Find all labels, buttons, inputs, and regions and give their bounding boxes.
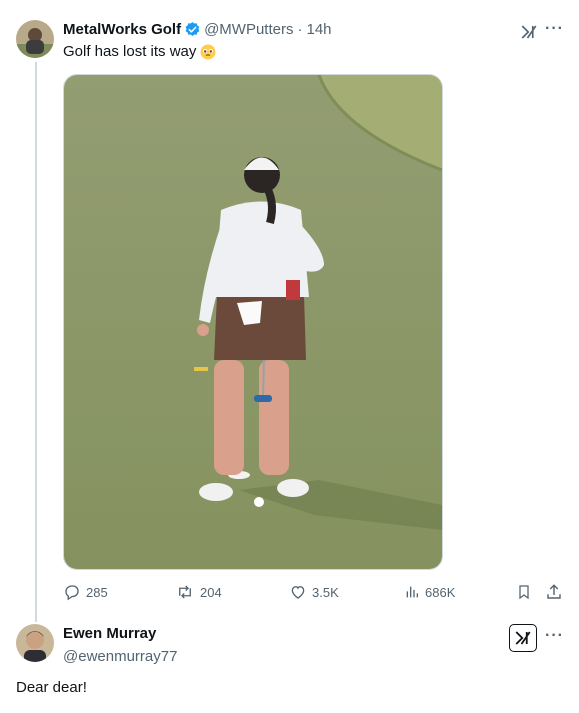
grok-icon[interactable] (518, 21, 540, 43)
heart-icon (291, 586, 305, 599)
reply-header: Ewen Murray @ewenmurray77 (63, 625, 177, 665)
tweet-timestamp[interactable]: 14h (306, 21, 331, 38)
separator-dot: · (297, 21, 303, 38)
like-button[interactable]: 3.5K (289, 583, 339, 601)
thread-connector-line (35, 62, 37, 622)
tweet-media-image[interactable] (63, 74, 443, 570)
more-options-icon[interactable]: ··· (545, 20, 564, 38)
reply-count: 285 (86, 584, 108, 600)
tweet-header: MetalWorks Golf @MWPutters · 14h (63, 21, 332, 38)
repost-count: 204 (200, 584, 222, 600)
author-avatar[interactable] (16, 20, 54, 58)
tweet-text: Golf has lost its way (63, 43, 197, 60)
reply-author-name[interactable]: Ewen Murray (63, 625, 177, 642)
author-handle[interactable]: @MWPutters (204, 21, 293, 38)
repost-icon (179, 585, 191, 599)
verified-badge-icon (184, 21, 201, 38)
reply-icon (65, 585, 79, 601)
pleading-face-emoji-icon (200, 44, 216, 60)
author-name[interactable]: MetalWorks Golf (63, 21, 181, 38)
reply-author-avatar[interactable] (16, 624, 54, 662)
share-icon (547, 584, 561, 599)
tweet-text-container: Golf has lost its way (63, 43, 216, 60)
views-chart-icon (406, 586, 418, 598)
reply-button[interactable]: 285 (63, 583, 108, 601)
repost-button[interactable]: 204 (175, 583, 222, 601)
reply-text: Dear dear! (16, 679, 87, 696)
share-button[interactable] (545, 583, 568, 601)
bookmark-button[interactable] (516, 583, 537, 601)
tweet-actions-bar: 285 204 3.5K 686K (63, 583, 568, 603)
like-count: 3.5K (312, 584, 339, 600)
reply-author-handle[interactable]: @ewenmurray77 (63, 648, 177, 665)
reply-more-options-icon[interactable]: ··· (545, 627, 564, 645)
view-count: 686K (425, 584, 456, 600)
reply-grok-icon[interactable] (509, 624, 537, 652)
views-button[interactable]: 686K (404, 583, 455, 601)
bookmark-icon (519, 585, 529, 600)
